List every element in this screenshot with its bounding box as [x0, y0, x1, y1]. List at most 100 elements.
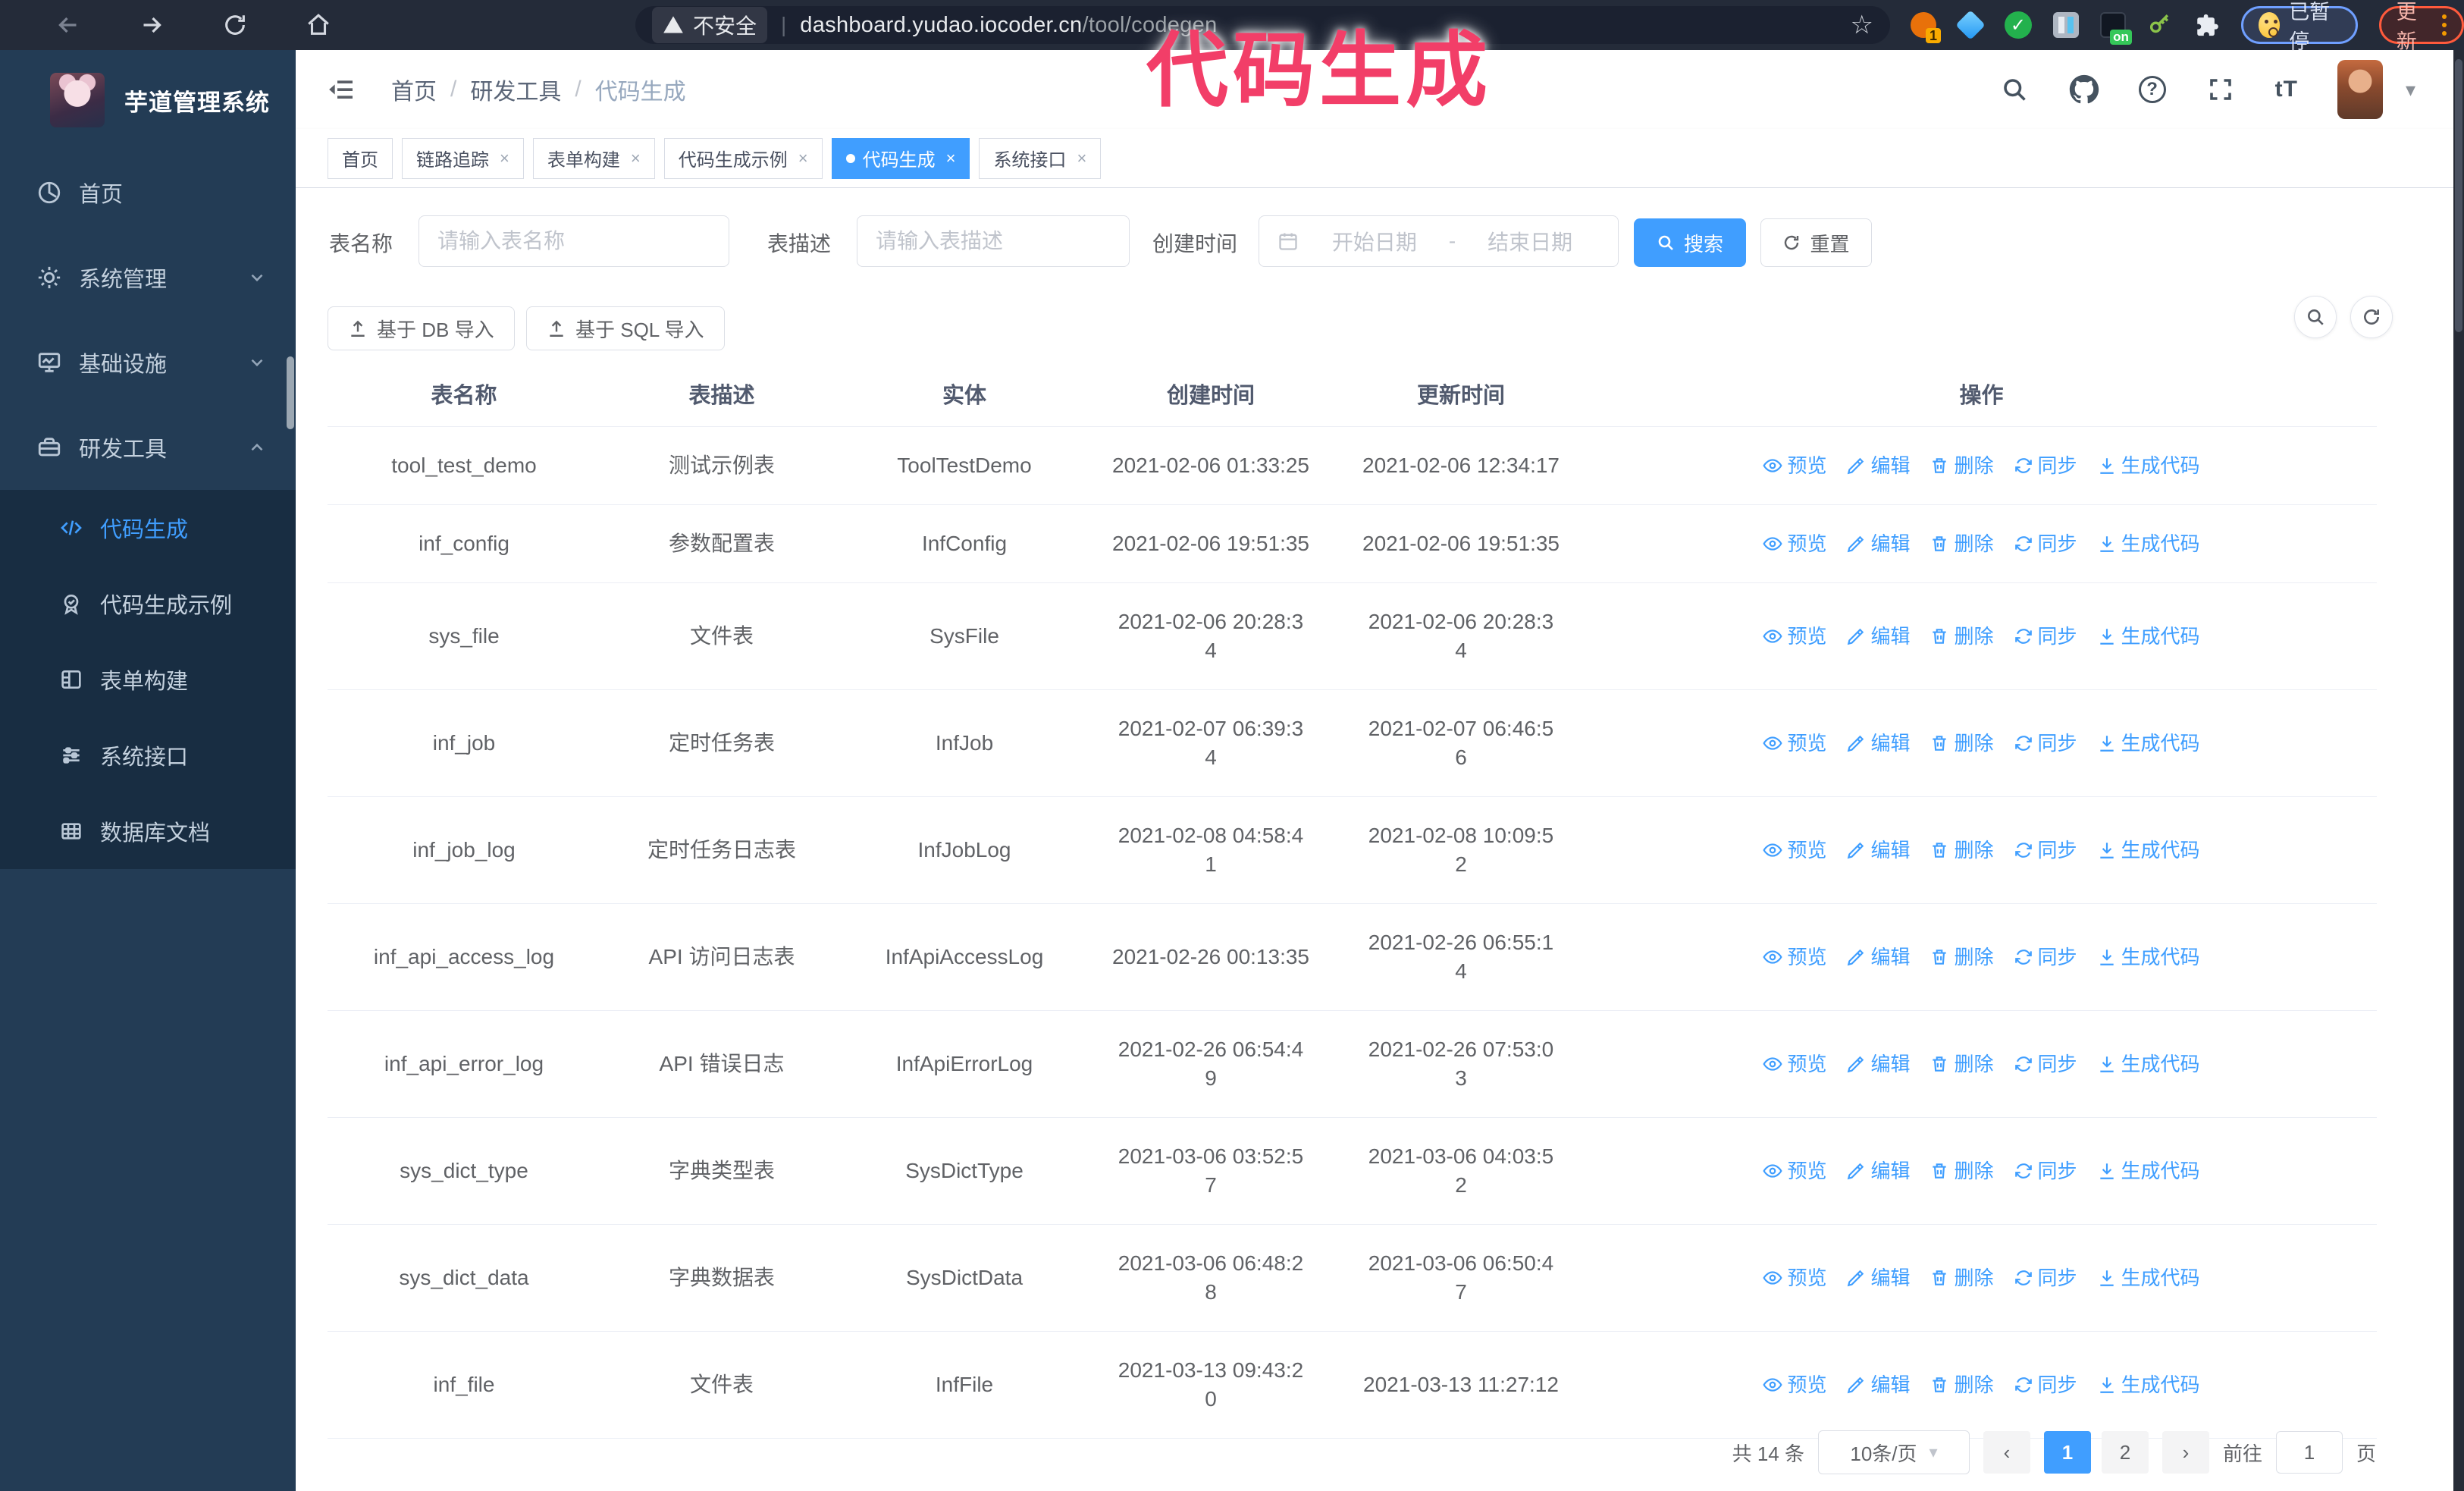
table-row[interactable]: inf_job_log 定时任务日志表 InfJobLog 2021-02-08…: [328, 796, 2377, 904]
browser-back-button[interactable]: [53, 10, 83, 40]
breadcrumb-devtools[interactable]: 研发工具: [470, 73, 561, 106]
next-page-button[interactable]: ›: [2161, 1431, 2209, 1474]
browser-menu-icon[interactable]: [2442, 14, 2447, 36]
sidebar-item-infra[interactable]: 基础设施: [0, 320, 296, 405]
table-row[interactable]: inf_config 参数配置表 InfConfig 2021-02-06 19…: [328, 504, 2377, 583]
browser-forward-button[interactable]: [136, 10, 167, 40]
app-logo-row[interactable]: 芋道管理系统: [0, 50, 296, 150]
generate-code-link[interactable]: 生成代码: [2097, 451, 2200, 480]
bookmark-star-icon[interactable]: ☆: [1851, 10, 1873, 40]
edit-link[interactable]: 编辑: [1846, 1157, 1910, 1185]
edit-link[interactable]: 编辑: [1846, 622, 1910, 651]
extension-icon-columns[interactable]: [2052, 10, 2079, 40]
preview-link[interactable]: 预览: [1763, 943, 1826, 972]
page-button-2[interactable]: 2: [2101, 1431, 2149, 1474]
extension-icon-key[interactable]: [2147, 10, 2173, 40]
end-date-placeholder[interactable]: 结束日期: [1460, 226, 1600, 256]
security-chip[interactable]: 不安全: [652, 7, 768, 43]
profile-paused-pill[interactable]: 已暂停: [2240, 1, 2358, 53]
delete-link[interactable]: 删除: [1930, 622, 1994, 651]
preview-link[interactable]: 预览: [1763, 1370, 1826, 1399]
tag-item[interactable]: 首页 ×: [328, 137, 393, 179]
help-icon[interactable]: ?: [2138, 76, 2166, 103]
preview-link[interactable]: 预览: [1763, 1050, 1826, 1078]
refresh-table-button[interactable]: [2350, 296, 2393, 338]
reset-button[interactable]: 重置: [1760, 218, 1872, 267]
preview-link[interactable]: 预览: [1763, 1157, 1826, 1185]
generate-code-link[interactable]: 生成代码: [2097, 836, 2200, 865]
date-range-input[interactable]: 开始日期 - 结束日期: [1259, 215, 1619, 267]
table-name-input[interactable]: [437, 229, 710, 253]
generate-code-link[interactable]: 生成代码: [2097, 622, 2200, 651]
page-button-1[interactable]: 1: [2043, 1431, 2091, 1474]
sync-link[interactable]: 同步: [2014, 1263, 2077, 1292]
window-scrollbar[interactable]: [2453, 50, 2464, 1491]
goto-page-input[interactable]: [2275, 1431, 2343, 1474]
edit-link[interactable]: 编辑: [1846, 451, 1910, 480]
delete-link[interactable]: 删除: [1930, 943, 1994, 972]
sidebar-item-system[interactable]: 系统管理: [0, 235, 296, 320]
generate-code-link[interactable]: 生成代码: [2097, 729, 2200, 758]
generate-code-link[interactable]: 生成代码: [2097, 1157, 2200, 1185]
sidebar-item-codegen[interactable]: 代码生成: [0, 490, 296, 566]
generate-code-link[interactable]: 生成代码: [2097, 1263, 2200, 1292]
table-row[interactable]: sys_dict_type 字典类型表 SysDictType 2021-03-…: [328, 1117, 2377, 1225]
header-search-icon[interactable]: [1999, 74, 2030, 105]
extension-icon-green-check[interactable]: ✓: [2004, 10, 2032, 40]
import-sql-button[interactable]: 基于 SQL 导入: [526, 306, 725, 350]
preview-link[interactable]: 预览: [1763, 729, 1826, 758]
sync-link[interactable]: 同步: [2014, 1050, 2077, 1078]
delete-link[interactable]: 删除: [1930, 729, 1994, 758]
fullscreen-icon[interactable]: [2205, 74, 2236, 105]
table-row[interactable]: tool_test_demo 测试示例表 ToolTestDemo 2021-0…: [328, 426, 2377, 505]
sidebar-item-system-api[interactable]: 系统接口: [0, 717, 296, 793]
sync-link[interactable]: 同步: [2014, 729, 2077, 758]
table-row[interactable]: inf_api_error_log API 错误日志 InfApiErrorLo…: [328, 1010, 2377, 1118]
sync-link[interactable]: 同步: [2014, 1370, 2077, 1399]
start-date-placeholder[interactable]: 开始日期: [1305, 226, 1444, 256]
edit-link[interactable]: 编辑: [1846, 1370, 1910, 1399]
extensions-puzzle-icon[interactable]: [2194, 10, 2220, 40]
tag-close-icon[interactable]: ×: [631, 149, 641, 168]
preview-link[interactable]: 预览: [1763, 451, 1826, 480]
sync-link[interactable]: 同步: [2014, 836, 2077, 865]
table-row[interactable]: inf_api_access_log API 访问日志表 InfApiAcces…: [328, 903, 2377, 1011]
tag-item[interactable]: 表单构建 ×: [532, 137, 655, 179]
tag-close-icon[interactable]: ×: [500, 149, 509, 168]
text-size-icon[interactable]: tT: [2275, 77, 2298, 102]
browser-update-pill[interactable]: 更新: [2378, 1, 2464, 53]
extension-icon-gem[interactable]: [1955, 10, 1986, 40]
scrollbar-thumb[interactable]: [2455, 59, 2462, 332]
table-row[interactable]: sys_dict_data 字典数据表 SysDictData 2021-03-…: [328, 1224, 2377, 1332]
generate-code-link[interactable]: 生成代码: [2097, 529, 2200, 558]
page-size-select[interactable]: 10条/页 ▾: [1817, 1430, 1970, 1474]
generate-code-link[interactable]: 生成代码: [2097, 1050, 2200, 1078]
search-button[interactable]: 搜索: [1634, 218, 1746, 267]
tag-close-icon[interactable]: ×: [798, 149, 808, 168]
browser-home-button[interactable]: [303, 10, 334, 40]
generate-code-link[interactable]: 生成代码: [2097, 943, 2200, 972]
preview-link[interactable]: 预览: [1763, 622, 1826, 651]
delete-link[interactable]: 删除: [1930, 1050, 1994, 1078]
edit-link[interactable]: 编辑: [1846, 943, 1910, 972]
edit-link[interactable]: 编辑: [1846, 1050, 1910, 1078]
delete-link[interactable]: 删除: [1930, 1263, 1994, 1292]
sync-link[interactable]: 同步: [2014, 943, 2077, 972]
tag-item[interactable]: 代码生成 ×: [831, 137, 970, 179]
sidebar-toggle-icon[interactable]: [326, 74, 356, 105]
extension-icon-orange[interactable]: 1: [1911, 10, 1941, 43]
generate-code-link[interactable]: 生成代码: [2097, 1370, 2200, 1399]
table-row[interactable]: inf_job 定时任务表 InfJob 2021-02-07 06:39:3 …: [328, 689, 2377, 797]
delete-link[interactable]: 删除: [1930, 529, 1994, 558]
preview-link[interactable]: 预览: [1763, 1263, 1826, 1292]
tag-item[interactable]: 系统接口 ×: [979, 137, 1102, 179]
edit-link[interactable]: 编辑: [1846, 529, 1910, 558]
avatar-caret-down-icon[interactable]: ▾: [2406, 78, 2415, 102]
breadcrumb-home[interactable]: 首页: [391, 73, 437, 106]
preview-link[interactable]: 预览: [1763, 529, 1826, 558]
user-avatar[interactable]: [2337, 60, 2383, 119]
sync-link[interactable]: 同步: [2014, 529, 2077, 558]
prev-page-button[interactable]: ‹: [1983, 1431, 2030, 1474]
table-row[interactable]: sys_file 文件表 SysFile 2021-02-06 20:28:3 …: [328, 582, 2377, 690]
sync-link[interactable]: 同步: [2014, 451, 2077, 480]
